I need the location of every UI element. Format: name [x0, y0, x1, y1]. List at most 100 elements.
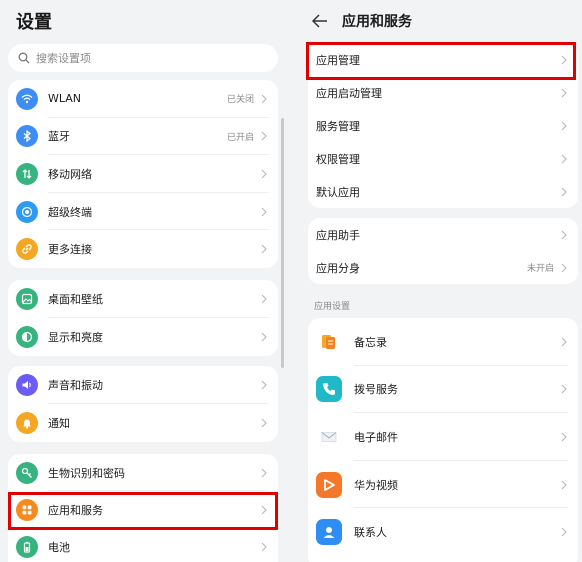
- settings-item-more-connections[interactable]: 更多连接: [8, 230, 278, 268]
- app-item-memo[interactable]: 备忘录: [308, 318, 578, 366]
- section-label: 应用设置: [314, 302, 351, 312]
- app-item-label: 拨号服务: [354, 383, 398, 397]
- mobile-network-icon: [16, 162, 38, 185]
- status-value: 未开启: [526, 264, 554, 274]
- settings-item-label: 桌面和壁纸: [48, 293, 103, 306]
- settings-item-mobile-network[interactable]: 移动网络: [8, 155, 278, 193]
- chevron-right-icon: [261, 468, 267, 477]
- app-item-dialer[interactable]: 拨号服务: [308, 366, 578, 414]
- page-title: 应用和服务: [342, 14, 412, 30]
- header: 应用和服务: [312, 8, 412, 34]
- chevron-right-icon: [261, 380, 267, 390]
- settings-item-wlan[interactable]: WLAN 已关闭: [8, 80, 278, 118]
- security-apps-group: 生物识别和密码 应用和服务 电池: [8, 454, 278, 562]
- settings-item-label: 蓝牙: [48, 130, 70, 144]
- status-value: 已开启: [226, 132, 254, 143]
- settings-item-display[interactable]: 显示和亮度: [8, 318, 278, 356]
- chevron-right-icon: [261, 207, 267, 217]
- chevron-right-icon: [561, 337, 567, 347]
- back-arrow-icon: [312, 14, 327, 28]
- menu-item-label: 服务管理: [316, 119, 360, 133]
- settings-item-apps-services[interactable]: 应用和服务: [8, 491, 278, 528]
- phone-icon: [316, 376, 342, 403]
- display-group: 桌面和壁纸 显示和亮度: [8, 280, 278, 356]
- chevron-right-icon: [261, 131, 267, 141]
- settings-item-label: 电池: [48, 540, 70, 554]
- app-item-label: 电子邮件: [354, 430, 398, 444]
- settings-item-battery[interactable]: 电池: [8, 528, 278, 562]
- menu-item-label: 应用管理: [316, 54, 360, 68]
- app-item-label: 联系人: [354, 526, 387, 540]
- contacts-icon: [316, 519, 342, 546]
- apps-services-pane: 应用和服务 应用管理 应用启动管理 服务管理 权限管理 默认应用 应用助手 应用…: [296, 0, 582, 562]
- video-icon: [316, 471, 342, 498]
- back-button[interactable]: [312, 11, 332, 31]
- settings-item-super-device[interactable]: 超级终端: [8, 193, 278, 231]
- search-bar[interactable]: [8, 44, 278, 72]
- chevron-right-icon: [561, 480, 567, 490]
- menu-item-app-twin[interactable]: 应用分身 未开启: [308, 251, 578, 284]
- app-item-video[interactable]: 华为视频: [308, 461, 578, 509]
- settings-item-biometrics[interactable]: 生物识别和密码: [8, 454, 278, 491]
- email-icon: [316, 423, 342, 450]
- settings-item-label: 更多连接: [48, 243, 92, 257]
- app-item-label: 备忘录: [354, 335, 387, 349]
- chevron-right-icon: [261, 332, 267, 342]
- key-icon: [16, 461, 38, 484]
- chevron-right-icon: [261, 94, 267, 104]
- chevron-right-icon: [561, 527, 567, 537]
- settings-item-label: 生物识别和密码: [48, 466, 125, 480]
- settings-item-sound[interactable]: 声音和振动: [8, 366, 278, 404]
- settings-item-label: WLAN: [48, 92, 82, 106]
- settings-item-notifications[interactable]: 通知: [8, 404, 278, 442]
- wifi-icon: [16, 87, 38, 110]
- status-value: 已关闭: [226, 95, 254, 106]
- settings-item-wallpaper[interactable]: 桌面和壁纸: [8, 280, 278, 318]
- menu-item-app-launch[interactable]: 应用启动管理: [308, 77, 578, 110]
- chevron-right-icon: [261, 294, 267, 304]
- chevron-right-icon: [561, 88, 567, 98]
- bluetooth-icon: [16, 125, 38, 148]
- menu-item-permissions[interactable]: 权限管理: [308, 142, 578, 175]
- connectivity-group: WLAN 已关闭 蓝牙 已开启 移动网络 超级终端 更多连接: [8, 80, 278, 268]
- menu-item-app-assistant[interactable]: 应用助手: [308, 218, 578, 251]
- battery-icon: [16, 535, 38, 558]
- menu-item-label: 应用助手: [316, 228, 360, 242]
- chevron-right-icon: [561, 154, 567, 164]
- settings-item-label: 显示和亮度: [48, 331, 103, 344]
- apps-icon: [16, 498, 38, 521]
- notification-icon: [16, 412, 38, 434]
- menu-item-service-management[interactable]: 服务管理: [308, 110, 578, 143]
- app-item-contacts[interactable]: 联系人: [308, 508, 578, 556]
- menu-item-default-apps[interactable]: 默认应用: [308, 175, 578, 208]
- settings-item-label: 超级终端: [48, 205, 92, 219]
- search-icon: [18, 52, 30, 64]
- chevron-right-icon: [261, 542, 267, 551]
- settings-item-bluetooth[interactable]: 蓝牙 已开启: [8, 118, 278, 156]
- scrollbar[interactable]: [281, 118, 284, 368]
- app-item-email[interactable]: 电子邮件: [308, 413, 578, 461]
- chevron-right-icon: [561, 187, 567, 197]
- chevron-right-icon: [261, 169, 267, 179]
- super-device-icon: [16, 200, 38, 223]
- search-input[interactable]: [36, 51, 236, 65]
- chevron-right-icon: [261, 244, 267, 254]
- settings-item-label: 声音和振动: [48, 379, 103, 392]
- app-management-group: 应用管理 应用启动管理 服务管理 权限管理 默认应用: [308, 44, 578, 208]
- chevron-right-icon: [561, 121, 567, 131]
- menu-item-app-management[interactable]: 应用管理: [308, 44, 578, 77]
- settings-pane: 设置 WLAN 已关闭 蓝牙 已开启 移动网络 超级终端: [0, 0, 288, 562]
- display-icon: [16, 326, 38, 348]
- chevron-right-icon: [561, 384, 567, 394]
- app-item-label: 华为视频: [354, 478, 398, 492]
- menu-item-label: 默认应用: [316, 185, 360, 199]
- chevron-right-icon: [561, 263, 567, 272]
- chevron-right-icon: [561, 432, 567, 442]
- sound-group: 声音和振动 通知: [8, 366, 278, 442]
- menu-item-label: 应用分身: [316, 261, 360, 275]
- memo-icon: [316, 328, 342, 355]
- app-list: 备忘录 拨号服务 电子邮件 华为视频 联系人: [308, 318, 578, 562]
- wallpaper-icon: [16, 288, 38, 310]
- settings-item-label: 移动网络: [48, 167, 92, 181]
- page-title: 设置: [16, 12, 52, 33]
